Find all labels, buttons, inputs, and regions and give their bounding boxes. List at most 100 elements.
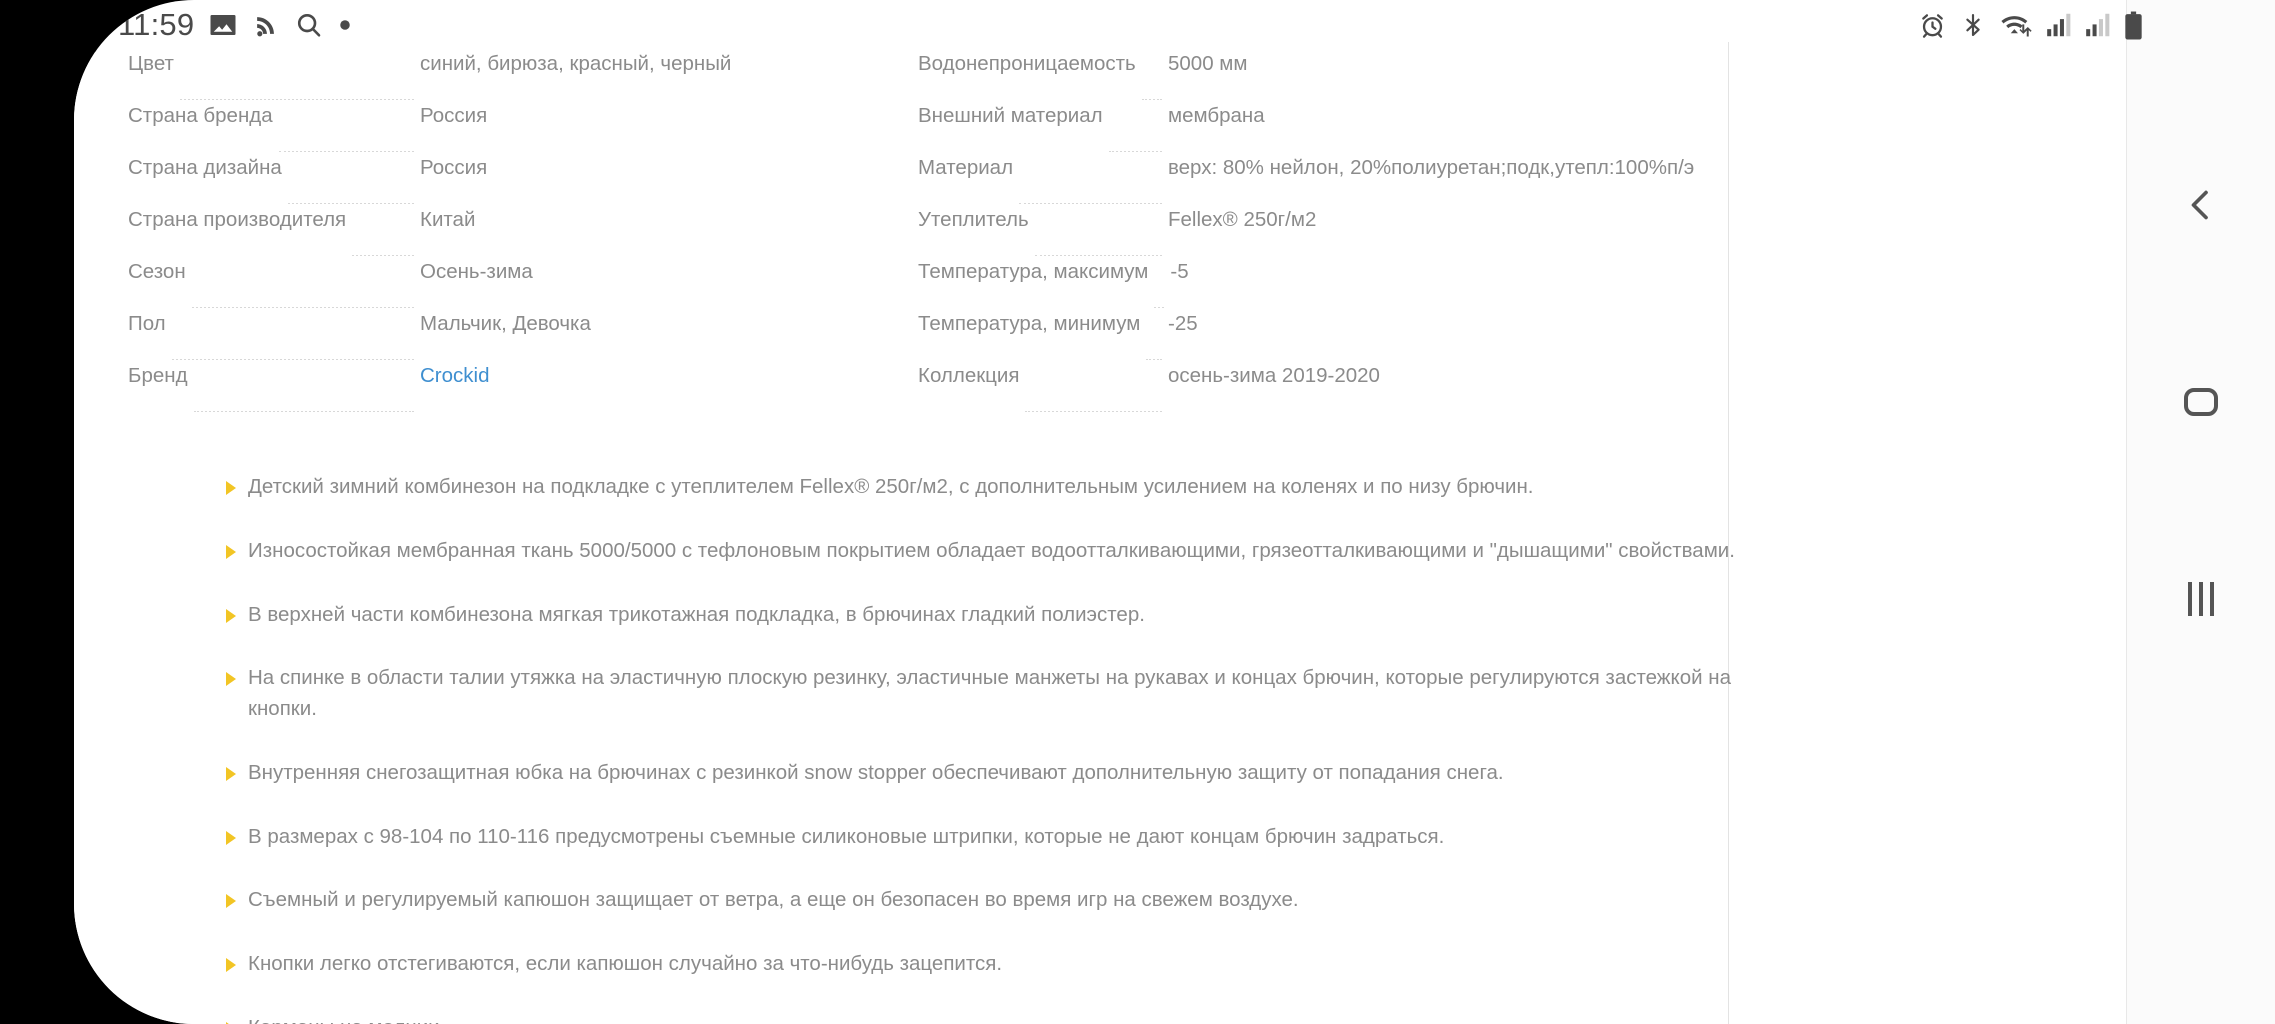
spec-row: Страна дизайна Россия	[128, 156, 900, 208]
list-item-text: Детский зимний комбинезон на подкладке с…	[248, 475, 1534, 498]
status-bar-right	[1918, 4, 2143, 46]
spec-value: мембрана	[1168, 104, 1265, 127]
spec-leader-dots	[352, 255, 414, 256]
product-details-content: Цвет синий, бирюза, красный, черный Стра…	[74, 42, 2275, 1024]
spec-leader-dots	[1154, 307, 1165, 308]
spec-label: Коллекция	[918, 364, 1020, 387]
list-item: В размерах с 98-104 по 110-116 предусмот…	[226, 822, 1746, 853]
specifications-table: Цвет синий, бирюза, красный, черный Стра…	[128, 52, 1708, 416]
list-item: Детский зимний комбинезон на подкладке с…	[226, 472, 1746, 503]
feature-list: Детский зимний комбинезон на подкладке с…	[226, 472, 1746, 1024]
spec-leader-dots	[278, 151, 414, 152]
list-item: Съемный и регулируемый капюшон защищает …	[226, 885, 1746, 916]
spec-label: Температура, максимум	[918, 260, 1149, 283]
list-item: Внутренняя снегозащитная юбка на брючина…	[226, 758, 1746, 789]
alarm-icon	[1922, 13, 1943, 38]
spec-label: Страна производителя	[128, 208, 347, 231]
triangle-bullet-icon	[226, 672, 236, 687]
spec-row: Страна производителя Китай	[128, 208, 900, 260]
search-icon	[298, 13, 321, 37]
list-item: Износостойкая мембранная ткань 5000/5000…	[226, 536, 1746, 567]
spec-row: Страна бренда Россия	[128, 104, 900, 156]
list-item-text: На спинке в области талии утяжка на элас…	[248, 666, 1731, 720]
nav-home-button[interactable]	[2127, 347, 2275, 457]
spec-leader-dots	[171, 359, 414, 360]
spec-leader-dots	[1146, 359, 1162, 360]
specifications-right-column: Водонепроницаемость 5000 мм Внешний мате…	[900, 52, 1708, 416]
list-item: Карманы на молнии.	[226, 1013, 1746, 1024]
spec-label: Страна бренда	[128, 104, 273, 127]
status-bar-left: 11:59	[118, 2, 352, 48]
wifi-transfer-icon	[2001, 16, 2032, 37]
spec-value: Россия	[420, 104, 488, 127]
spec-leader-dots	[1034, 255, 1162, 256]
home-rounded-square-icon	[2184, 388, 2218, 416]
nav-recents-button[interactable]	[2127, 544, 2275, 654]
spec-value: синий, бирюза, красный, черный	[420, 52, 732, 75]
spec-row: Водонепроницаемость 5000 мм	[918, 52, 1708, 104]
spec-label: Утеплитель	[918, 208, 1029, 231]
triangle-bullet-icon	[226, 830, 236, 845]
phone-screen: 11:59 Цвет синий, бирюза, красный, черны…	[74, 0, 2275, 1024]
navigation-bar	[2126, 0, 2275, 1024]
spec-value: Осень-зима	[420, 260, 533, 283]
list-item: Кнопки легко отстегиваются, если капюшон…	[226, 949, 1746, 980]
spec-value: Китай	[420, 208, 476, 231]
spec-row: Материал верх: 80% нейлон, 20%полиуретан…	[918, 156, 1708, 208]
spec-label: Температура, минимум	[918, 312, 1141, 335]
device-frame: 11:59 Цвет синий, бирюза, красный, черны…	[0, 0, 2275, 1024]
rss-feed-icon	[257, 17, 275, 37]
list-item-text: В размерах с 98-104 по 110-116 предусмот…	[248, 824, 1445, 848]
spec-label: Бренд	[128, 364, 188, 387]
spec-leader-dots	[1108, 151, 1162, 152]
list-item-text: Внутренняя снегозащитная юбка на брючина…	[248, 760, 1504, 784]
brand-link[interactable]: Crockid	[420, 364, 900, 388]
spec-value: осень-зима 2019-2020	[1168, 364, 1380, 387]
specifications-left-column: Цвет синий, бирюза, красный, черный Стра…	[128, 52, 900, 416]
triangle-bullet-icon	[226, 894, 236, 909]
spec-value: верх: 80% нейлон, 20%полиуретан;подк,уте…	[1168, 156, 1695, 179]
triangle-bullet-icon	[226, 766, 236, 781]
spec-label: Сезон	[128, 260, 186, 283]
spec-label: Материал	[918, 156, 1014, 179]
spec-row: Коллекция осень-зима 2019-2020	[918, 364, 1708, 416]
spec-row: Температура, максимум -5	[918, 260, 1708, 312]
list-item-text: Карманы на молнии.	[248, 1016, 445, 1024]
spec-value: -5	[1170, 260, 1189, 283]
spec-leader-dots	[1141, 99, 1162, 100]
spec-row-brand: Бренд Crockid	[128, 364, 900, 416]
triangle-bullet-icon	[226, 481, 236, 495]
spec-row: Утеплитель Fellex® 250г/м2	[918, 208, 1708, 260]
image-icon	[210, 15, 236, 35]
dot-indicator-icon	[340, 20, 351, 30]
spec-row: Цвет синий, бирюза, красный, черный	[128, 52, 900, 104]
spec-leader-dots	[287, 203, 414, 204]
recents-bars-icon	[2188, 582, 2214, 616]
spec-value: 5000 мм	[1168, 52, 1248, 75]
spec-label: Страна дизайна	[128, 156, 282, 179]
spec-value: Россия	[420, 156, 488, 179]
spec-leader-dots	[193, 411, 414, 412]
spec-leader-dots	[179, 99, 414, 100]
spec-row: Температура, минимум -25	[918, 312, 1708, 364]
spec-label: Водонепроницаемость	[918, 52, 1136, 75]
spec-leader-dots	[1025, 411, 1162, 412]
triangle-bullet-icon	[226, 544, 236, 559]
spec-value: Мальчик, Девочка	[420, 312, 591, 335]
spec-row: Внешний материал мембрана	[918, 104, 1708, 156]
list-item-text: Износостойкая мембранная ткань 5000/5000…	[248, 538, 1735, 562]
triangle-bullet-icon	[226, 608, 236, 623]
signal-bars-icon	[2047, 13, 2071, 37]
status-bar: 11:59	[74, 0, 2275, 52]
spec-row: Пол Мальчик, Девочка	[128, 312, 900, 364]
list-item-text: Кнопки легко отстегиваются, если капюшон…	[248, 952, 1003, 975]
list-item: В верхней части комбинезона мягкая трико…	[226, 600, 1746, 631]
nav-back-button[interactable]	[2127, 150, 2275, 260]
spec-row: Сезон Осень-зима	[128, 260, 900, 312]
spec-leader-dots	[1019, 203, 1162, 204]
spec-value: -25	[1168, 312, 1198, 335]
list-item-text: Съемный и регулируемый капюшон защищает …	[248, 888, 1299, 912]
status-clock: 11:59	[118, 7, 195, 42]
chevron-left-icon	[2191, 190, 2208, 220]
list-item: На спинке в области талии утяжка на элас…	[226, 663, 1746, 725]
